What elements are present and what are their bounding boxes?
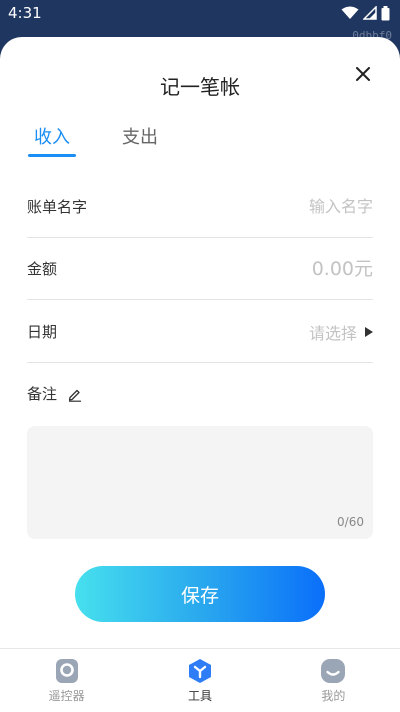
note-box: 0/60 xyxy=(27,426,373,539)
amount-label: 金额 xyxy=(27,260,58,278)
status-icons xyxy=(341,5,390,21)
amount-input[interactable] xyxy=(213,257,373,280)
note-label: 备注 xyxy=(27,385,58,403)
note-label-row: 备注 xyxy=(27,383,83,404)
sheet-title: 记一笔帐 xyxy=(160,75,240,99)
caret-right-icon xyxy=(365,326,373,337)
close-button[interactable] xyxy=(352,63,374,85)
note-char-counter: 0/60 xyxy=(337,515,364,529)
nav-item-tools[interactable]: 工具 xyxy=(133,649,266,712)
nav-label-profile: 我的 xyxy=(321,688,346,703)
name-field-row: 账单名字 xyxy=(27,176,373,238)
status-bar: 4:31 xyxy=(0,0,400,26)
record-type-tabs: 收入 支出 xyxy=(28,123,164,157)
close-icon xyxy=(356,67,370,81)
nav-label-tools: 工具 xyxy=(187,688,212,703)
tab-income[interactable]: 收入 xyxy=(28,123,76,157)
save-button[interactable]: 保存 xyxy=(75,566,325,622)
signal-icon xyxy=(363,6,377,20)
battery-icon xyxy=(381,5,390,20)
name-input[interactable] xyxy=(213,197,373,216)
bottom-nav: 遥控器 工具 我的 xyxy=(0,648,400,712)
nav-label-remote: 遥控器 xyxy=(48,688,85,703)
profile-icon xyxy=(321,658,346,683)
name-label: 账单名字 xyxy=(27,198,88,216)
wifi-icon xyxy=(341,6,359,19)
nav-item-remote[interactable]: 遥控器 xyxy=(0,649,133,712)
amount-field-row: 金额 xyxy=(27,238,373,300)
date-field-row: 日期 请选择 xyxy=(27,301,373,363)
date-placeholder: 请选择 xyxy=(308,323,357,343)
status-time: 4:31 xyxy=(8,4,42,22)
remote-icon xyxy=(55,658,78,683)
edit-pencil-icon xyxy=(68,389,82,402)
tab-expense[interactable]: 支出 xyxy=(116,123,164,157)
date-picker[interactable]: 请选择 xyxy=(309,320,373,344)
tools-icon xyxy=(188,658,211,683)
date-label: 日期 xyxy=(27,323,58,341)
add-record-sheet: 记一笔帐 收入 支出 账单名字 金额 日期 请选择 备注 0/6 xyxy=(0,37,400,648)
note-textarea[interactable] xyxy=(27,426,373,539)
nav-item-profile[interactable]: 我的 xyxy=(267,649,400,712)
